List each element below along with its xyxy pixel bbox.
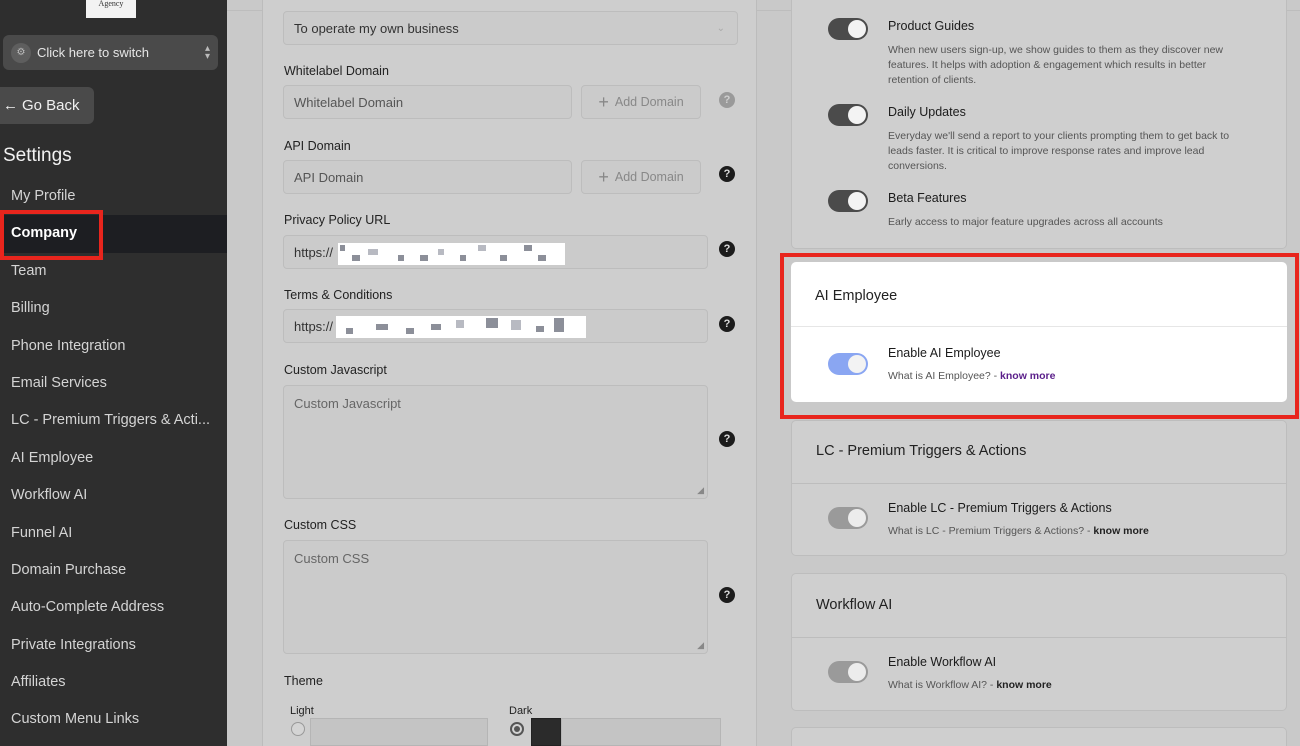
api-domain-input[interactable]: API Domain: [283, 160, 572, 194]
lc-premium-know-more-link[interactable]: know more: [1093, 525, 1148, 537]
sidebar-item-workflow-ai[interactable]: Workflow AI: [0, 477, 227, 514]
sidebar-item-affiliates[interactable]: Affiliates: [0, 664, 227, 701]
general-features-card: [791, 0, 1287, 249]
lc-premium-desc-text: What is LC - Premium Triggers & Actions?…: [888, 525, 1094, 537]
account-switcher[interactable]: ⚙ Click here to switch ▴ ▾: [3, 35, 218, 70]
theme-dark-preview-sidebar[interactable]: [531, 718, 561, 746]
chevron-down-icon: ⌄: [716, 22, 725, 34]
beta-features-desc: Early access to major feature upgrades a…: [888, 216, 1163, 228]
theme-light-label: Light: [290, 705, 314, 717]
company-highlight-box: [0, 210, 103, 260]
help-icon[interactable]: ?: [719, 92, 735, 108]
workflow-ai-desc-text: What is Workflow AI? -: [888, 679, 997, 691]
go-back-label: Go Back: [22, 97, 80, 114]
daily-updates-title: Daily Updates: [888, 105, 966, 119]
redacted-url: [336, 316, 586, 338]
sidebar: Agency ⚙ Click here to switch ▴ ▾ ← Go Ba…: [0, 0, 227, 746]
card-divider: [792, 637, 1286, 638]
product-guides-desc: When new users sign-up, we show guides t…: [888, 44, 1224, 86]
add-domain-label: Add Domain: [614, 95, 684, 109]
workflow-ai-toggle[interactable]: [828, 661, 868, 683]
lc-premium-toggle-title: Enable LC - Premium Triggers & Actions: [888, 501, 1112, 515]
workflow-ai-header: Workflow AI: [816, 597, 893, 613]
theme-dark-radio[interactable]: [510, 722, 524, 736]
api-domain-label: API Domain: [284, 139, 351, 153]
arrow-left-icon: ←: [3, 97, 18, 114]
settings-title: Settings: [3, 145, 72, 166]
resize-grip-icon[interactable]: ◢: [697, 485, 704, 496]
help-icon[interactable]: ?: [719, 316, 735, 332]
sidebar-item-domain-purchase[interactable]: Domain Purchase: [0, 552, 227, 589]
workflow-ai-know-more-link[interactable]: know more: [996, 679, 1051, 691]
custom-css-label: Custom CSS: [284, 518, 357, 532]
theme-label: Theme: [284, 674, 323, 688]
workflow-ai-toggle-title: Enable Workflow AI: [888, 655, 997, 669]
sidebar-item-private-integrations[interactable]: Private Integrations: [0, 627, 227, 664]
theme-light-preview[interactable]: [310, 718, 488, 746]
product-guides-title: Product Guides: [888, 19, 975, 33]
help-icon[interactable]: ?: [719, 241, 735, 257]
lc-premium-desc: What is LC - Premium Triggers & Actions?…: [888, 524, 1149, 539]
workflow-ai-desc: What is Workflow AI? - know more: [888, 678, 1052, 693]
sidebar-item-phone-integration[interactable]: Phone Integration: [0, 328, 227, 365]
sidebar-item-ai-employee[interactable]: AI Employee: [0, 440, 227, 477]
logo-text: Agency: [98, 0, 124, 8]
business-purpose-value: To operate my own business: [294, 20, 459, 36]
theme-dark-label: Dark: [509, 705, 533, 717]
terms-url-prefix: https://: [294, 318, 334, 334]
workflow-ai-card: Workflow AI Enable Workflow AI What is W…: [791, 573, 1287, 711]
agency-logo: Agency: [86, 0, 136, 18]
add-whitelabel-domain-button[interactable]: + Add Domain: [581, 85, 701, 119]
go-back-button[interactable]: ← Go Back: [0, 87, 94, 124]
location-icon: ⚙: [11, 42, 31, 63]
whitelabel-label: Whitelabel Domain: [284, 64, 389, 78]
theme-dark-preview[interactable]: [561, 718, 721, 746]
help-icon[interactable]: ?: [719, 431, 735, 447]
add-domain-label: Add Domain: [614, 170, 684, 184]
help-icon[interactable]: ?: [719, 587, 735, 603]
ai-employee-highlight-box: [780, 253, 1299, 419]
plus-icon: +: [598, 167, 609, 187]
business-purpose-select[interactable]: To operate my own business ⌄: [283, 11, 738, 45]
redacted-url: [338, 243, 565, 265]
product-guides-toggle[interactable]: [828, 18, 868, 40]
terms-conditions-label: Terms & Conditions: [284, 288, 393, 302]
privacy-url-prefix: https://: [294, 244, 334, 260]
sidebar-item-funnel-ai[interactable]: Funnel AI: [0, 515, 227, 552]
custom-css-placeholder: Custom CSS: [294, 551, 370, 566]
privacy-policy-label: Privacy Policy URL: [284, 213, 391, 227]
updown-chevron-icon: ▴ ▾: [204, 42, 210, 62]
lc-premium-card: LC - Premium Triggers & Actions Enable L…: [791, 420, 1287, 556]
sidebar-item-lc-premium[interactable]: LC - Premium Triggers & Acti...: [0, 402, 227, 439]
sidebar-item-billing[interactable]: Billing: [0, 290, 227, 327]
beta-features-title: Beta Features: [888, 191, 967, 205]
add-api-domain-button[interactable]: + Add Domain: [581, 160, 701, 194]
plus-icon: +: [598, 92, 609, 112]
daily-updates-toggle[interactable]: [828, 104, 868, 126]
switcher-label: Click here to switch: [37, 45, 149, 60]
beta-features-toggle[interactable]: [828, 190, 868, 212]
sidebar-item-auto-complete-address[interactable]: Auto-Complete Address: [0, 589, 227, 626]
custom-js-placeholder: Custom Javascript: [294, 396, 401, 411]
resize-grip-icon[interactable]: ◢: [697, 640, 704, 651]
whitelabel-placeholder: Whitelabel Domain: [294, 94, 404, 110]
api-domain-placeholder: API Domain: [294, 169, 364, 185]
theme-light-radio[interactable]: [291, 722, 305, 736]
custom-js-label: Custom Javascript: [284, 363, 387, 377]
custom-js-textarea[interactable]: Custom Javascript ◢: [283, 385, 708, 499]
card-divider: [792, 483, 1286, 484]
custom-css-textarea[interactable]: Custom CSS ◢: [283, 540, 708, 654]
daily-updates-desc: Everyday we'll send a report to your cli…: [888, 130, 1230, 172]
sidebar-item-custom-menu-links[interactable]: Custom Menu Links: [0, 701, 227, 738]
lc-premium-header: LC - Premium Triggers & Actions: [816, 443, 1027, 459]
settings-menu: My Profile Company Team Billing Phone In…: [0, 178, 227, 739]
whitelabel-domain-input[interactable]: Whitelabel Domain: [283, 85, 572, 119]
sidebar-item-email-services[interactable]: Email Services: [0, 365, 227, 402]
lc-premium-toggle[interactable]: [828, 507, 868, 529]
help-icon[interactable]: ?: [719, 166, 735, 182]
next-feature-card: [791, 727, 1287, 746]
